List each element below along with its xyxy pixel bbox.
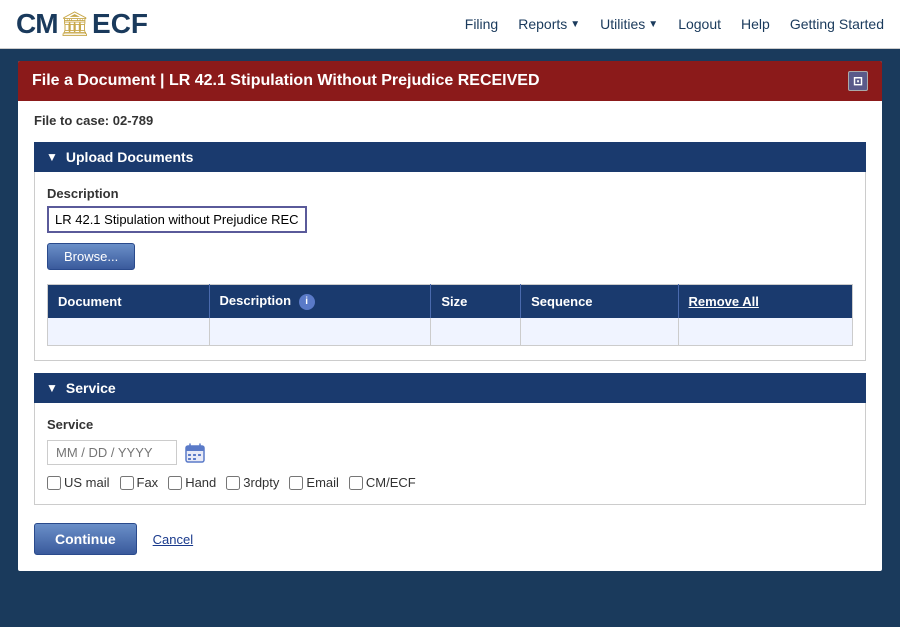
hand-label: Hand [185,475,216,490]
file-to-case: File to case: 02-789 [34,113,866,128]
bottom-buttons: Continue Cancel [34,519,866,555]
action-cell [678,318,852,346]
dialog-title: File a Document | LR 42.1 Stipulation Wi… [32,72,540,90]
us-mail-checkbox[interactable] [47,476,61,490]
col-size: Size [431,285,521,318]
service-section-title: Service [66,380,116,396]
upload-section-title: Upload Documents [66,149,194,165]
cm-ecf-label: CM/ECF [366,475,416,490]
cancel-link[interactable]: Cancel [153,532,193,547]
table-empty-row [48,318,853,346]
dialog-title-bar: File a Document | LR 42.1 Stipulation Wi… [18,61,882,101]
service-section-content: Service [34,403,866,505]
3rdpty-label: 3rdpty [243,475,279,490]
calendar-icon[interactable] [183,441,207,465]
description-input[interactable] [47,206,307,233]
description-label: Description [47,186,853,201]
nav-utilities[interactable]: Utilities ▼ [600,16,658,32]
main-wrapper: File a Document | LR 42.1 Stipulation Wi… [0,49,900,589]
upload-toggle-icon[interactable]: ▼ [46,150,58,164]
doc-cell [48,318,210,346]
nav-reports[interactable]: Reports ▼ [518,16,580,32]
fax-label: Fax [137,475,159,490]
email-checkbox[interactable] [289,476,303,490]
reports-dropdown-arrow: ▼ [570,19,580,30]
service-section: ▼ Service Service [34,373,866,505]
fax-checkbox[interactable] [120,476,134,490]
col-sequence: Sequence [521,285,678,318]
nav-links: Filing Reports ▼ Utilities ▼ Logout Help… [465,16,884,32]
email-group: Email [289,475,339,490]
nav-logout[interactable]: Logout [678,16,721,32]
table-header-row: Document Description i Size Sequence Rem… [48,285,853,318]
logo: CM 🏛 ECF [16,8,148,40]
service-section-header: ▼ Service [34,373,866,403]
remove-all-link[interactable]: Remove All [689,294,759,309]
dialog-expand-button[interactable]: ⊡ [848,71,868,91]
logo-ecf-text: ECF [92,8,148,40]
top-navigation: CM 🏛 ECF Filing Reports ▼ Utilities ▼ Lo… [0,0,900,49]
upload-section-content: Description Browse... Document Descripti… [34,172,866,361]
nav-help[interactable]: Help [741,16,770,32]
service-field-label: Service [47,417,853,432]
continue-button[interactable]: Continue [34,523,137,555]
desc-cell [209,318,431,346]
case-number: 02-789 [113,113,153,128]
service-toggle-icon[interactable]: ▼ [46,381,58,395]
upload-documents-section: ▼ Upload Documents Description Browse...… [34,142,866,361]
col-remove-all: Remove All [678,285,852,318]
cm-ecf-checkbox[interactable] [349,476,363,490]
description-info-icon[interactable]: i [299,294,315,310]
dialog-box: File a Document | LR 42.1 Stipulation Wi… [16,59,884,573]
documents-table: Document Description i Size Sequence Rem… [47,284,853,346]
hand-group: Hand [168,475,216,490]
date-row [47,440,853,465]
hand-checkbox[interactable] [168,476,182,490]
us-mail-group: US mail [47,475,110,490]
us-mail-label: US mail [64,475,110,490]
service-checkboxes: US mail Fax Hand 3rdpty [47,475,853,490]
cm-ecf-group: CM/ECF [349,475,416,490]
utilities-dropdown-arrow: ▼ [648,19,658,30]
col-document: Document [48,285,210,318]
seq-cell [521,318,678,346]
logo-cm-text: CM [16,8,58,40]
logo-building-icon: 🏛 [60,10,90,39]
nav-filing[interactable]: Filing [465,16,498,32]
nav-getting-started[interactable]: Getting Started [790,16,884,32]
dialog-body: File to case: 02-789 ▼ Upload Documents … [18,101,882,571]
fax-group: Fax [120,475,159,490]
col-description: Description i [209,285,431,318]
email-label: Email [306,475,339,490]
size-cell [431,318,521,346]
upload-section-header: ▼ Upload Documents [34,142,866,172]
browse-button[interactable]: Browse... [47,243,135,270]
service-date-input[interactable] [47,440,177,465]
3rdpty-checkbox[interactable] [226,476,240,490]
3rdpty-group: 3rdpty [226,475,279,490]
